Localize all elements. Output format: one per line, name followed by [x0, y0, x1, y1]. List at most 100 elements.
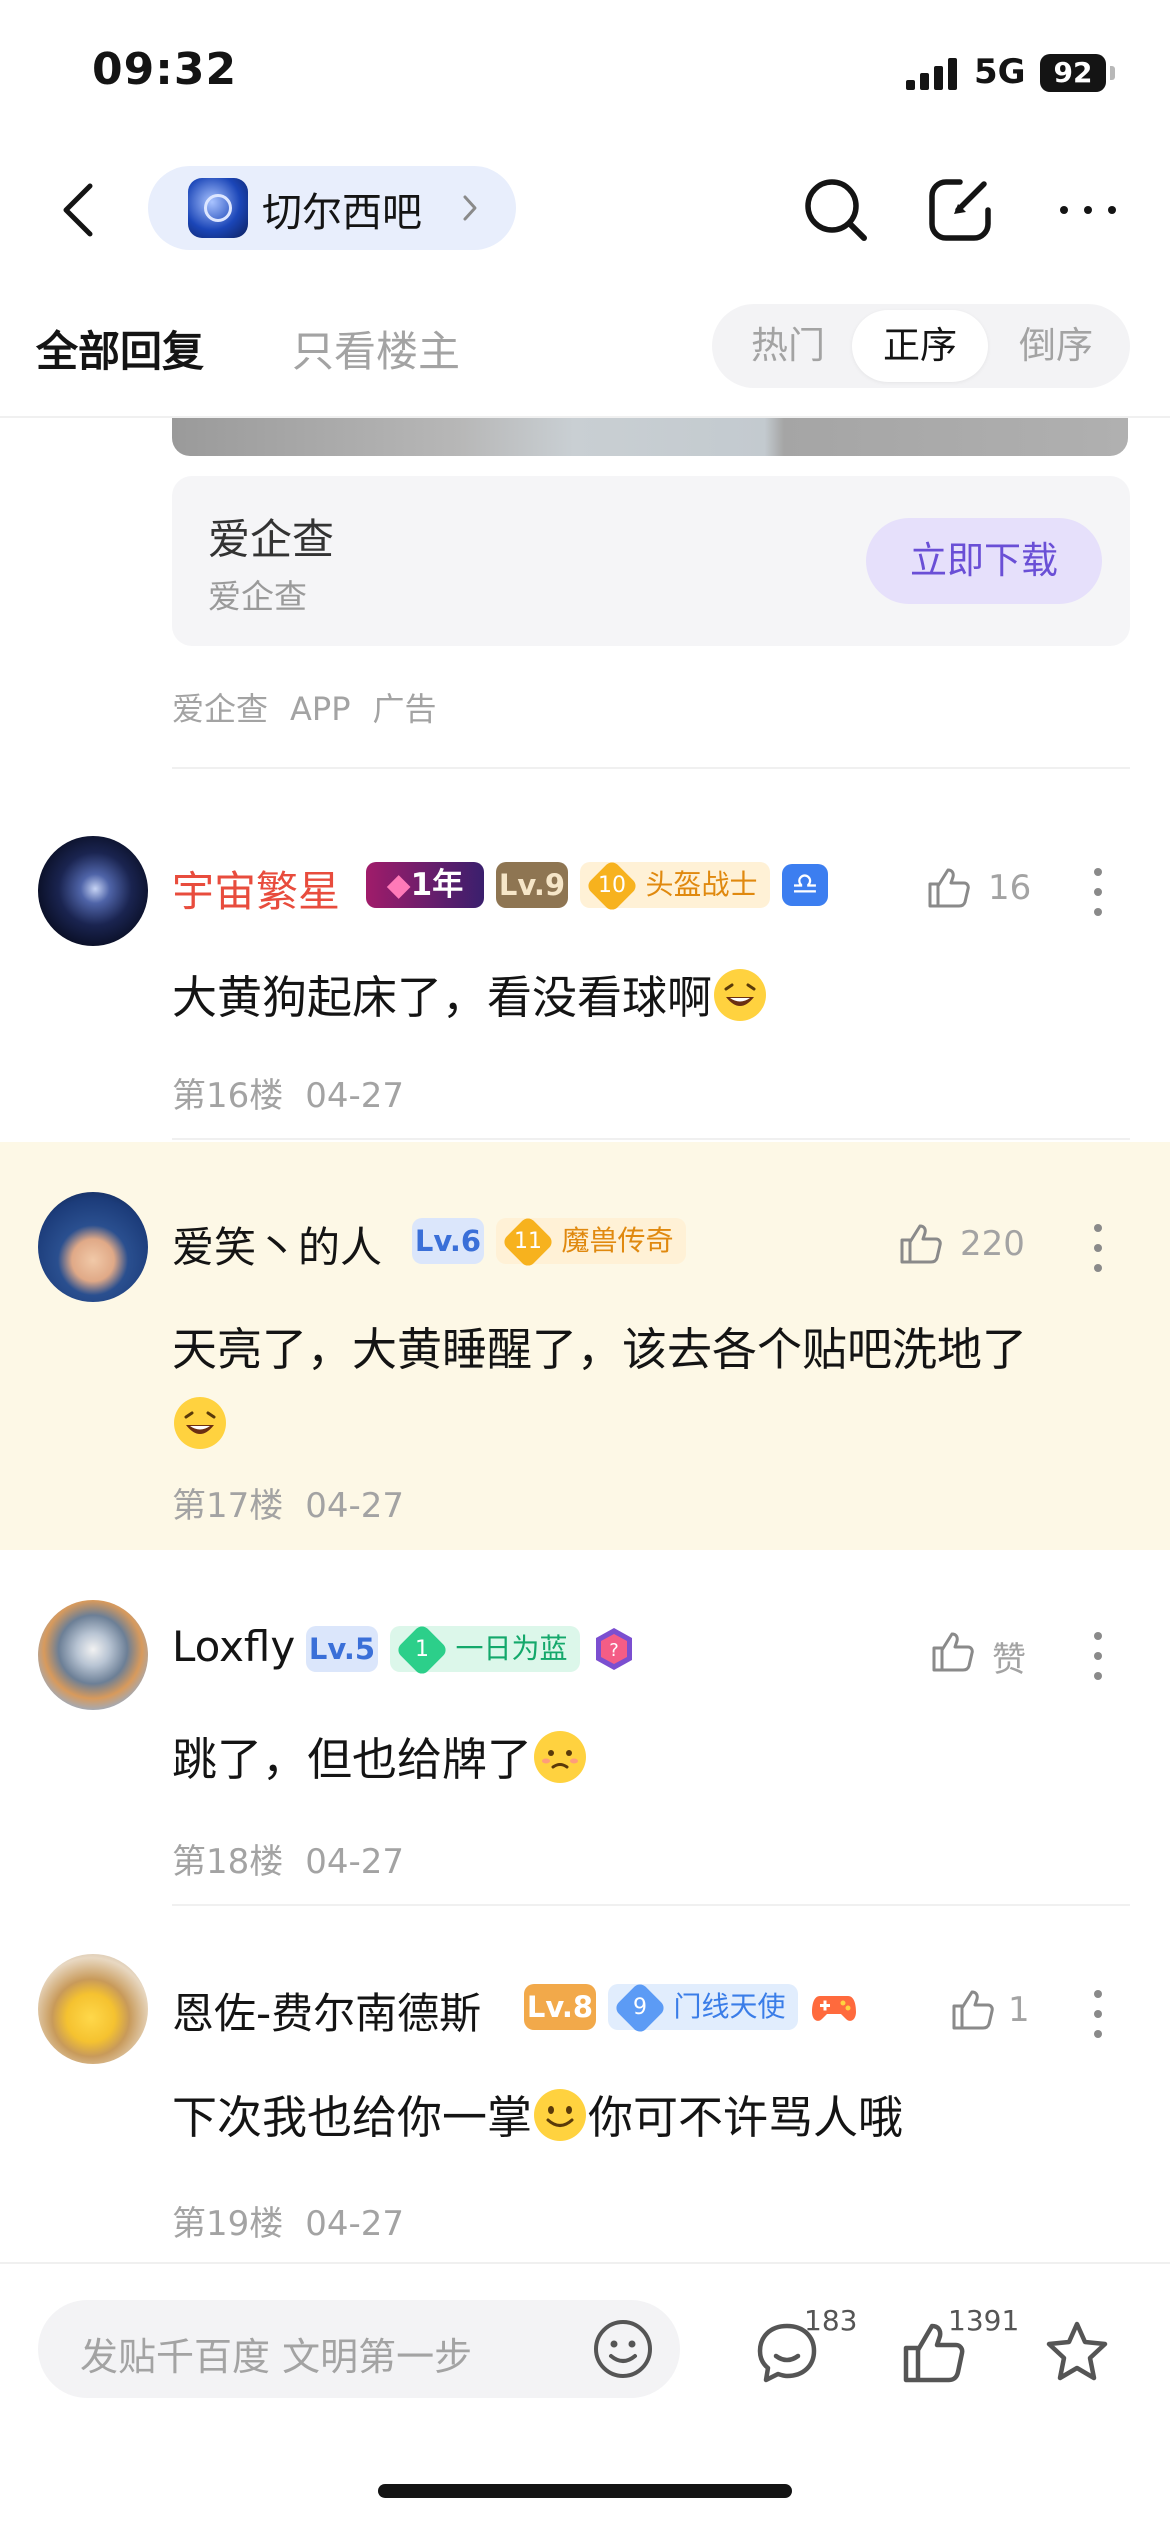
like-count: 1 [1008, 1990, 1030, 2030]
post-content: 跳了，但也给牌了 [172, 1722, 1122, 1798]
search-icon[interactable] [800, 174, 872, 246]
member-gem-icon: ◆ [386, 867, 411, 903]
reply-tabs: 全部回复 只看楼主 热门 正序 倒序 [0, 290, 1170, 400]
back-icon[interactable] [56, 180, 100, 240]
thumbs-up-icon [932, 1632, 974, 1672]
divider [172, 767, 1130, 769]
thumbs-up-icon [952, 1990, 994, 2030]
special-badge-icon: ? [596, 1628, 632, 1670]
title-badge: 10 头盔战士 [580, 859, 770, 913]
floor-meta: 第19楼 04-27 [172, 2204, 405, 2244]
ad-title: 爱企查 [208, 515, 335, 564]
share-icon[interactable] [924, 174, 996, 246]
title-diamond-icon: 10 [584, 859, 639, 913]
network-label: 5G [974, 52, 1026, 92]
post-floor-16: 宇宙繁星 ◆1年 Lv.9 10 头盔战士 ♎ 16 大黄狗起床了，看没看球啊 … [0, 770, 1170, 1140]
emoji-picker-icon[interactable] [592, 2318, 654, 2380]
bottom-action-bar: 发贴千百度 文明第一步 183 1391 [0, 2262, 1170, 2532]
grin-emoji-icon [174, 1397, 226, 1449]
ad-label: 广告 [372, 690, 437, 728]
post-floor-18: Loxfly Lv.5 1 一日为蓝 ? 赞 跳了，但也给牌了 第18楼 04-2… [0, 1552, 1170, 1908]
ad-meta: 爱企查 APP 广告 [172, 684, 459, 730]
member-badge: ◆1年 [366, 862, 484, 908]
like-button[interactable]: 赞 [928, 1622, 1058, 1682]
title-badge: 11 魔兽传奇 [496, 1215, 686, 1269]
more-icon[interactable] [1092, 1988, 1104, 2040]
like-count: 220 [960, 1224, 1025, 1264]
battery-nub [1110, 66, 1115, 80]
floor-meta: 第18楼 04-27 [172, 1842, 405, 1882]
username[interactable]: 宇宙繁星 [172, 858, 340, 919]
title-diamond-icon: 11 [500, 1215, 555, 1269]
ad-download-button[interactable]: 立即下载 [866, 518, 1102, 604]
smile-emoji-icon [534, 2089, 587, 2141]
like-count: 16 [988, 868, 1032, 908]
level-badge: Lv.6 [412, 1218, 484, 1264]
post-content: 天亮了，大黄睡醒了，该去各个贴吧洗地了 [172, 1312, 1122, 1464]
avatar[interactable] [38, 1954, 148, 2064]
nav-bar: 切尔西吧 [0, 150, 1170, 265]
like-button[interactable]: 16 [924, 858, 1054, 918]
forum-logo-icon [188, 178, 248, 238]
ad-card[interactable]: 爱企查 爱企查 立即下载 [172, 476, 1130, 646]
battery-icon: 92 [1040, 54, 1106, 92]
avatar[interactable] [38, 1192, 148, 1302]
title-diamond-icon: 9 [612, 1981, 667, 2035]
compose-placeholder: 发贴千百度 文明第一步 [80, 2335, 473, 2379]
like-total: 1391 [948, 2304, 1020, 2337]
sort-toggle: 热门 正序 倒序 [712, 304, 1130, 388]
title-diamond-icon: 1 [394, 1623, 449, 1677]
status-bar: 09:32 5G 92 [0, 0, 1170, 150]
svg-text:?: ? [609, 1640, 619, 1661]
ad-source: 爱企查 [172, 690, 269, 728]
like-button[interactable]: 220 [896, 1214, 1056, 1274]
more-icon[interactable] [1092, 1630, 1104, 1682]
level-badge: Lv.5 [306, 1626, 378, 1672]
thumbs-up-icon [928, 868, 970, 908]
post-content: 下次我也给你一掌 你可不许骂人哦 [172, 2080, 1122, 2156]
more-icon[interactable] [1092, 866, 1104, 918]
more-icon[interactable] [1052, 174, 1124, 246]
avatar[interactable] [38, 836, 148, 946]
floor-meta: 第16楼 04-27 [172, 1076, 405, 1116]
thumbs-up-icon [900, 1224, 942, 1264]
divider [172, 1138, 1130, 1140]
forum-name: 切尔西吧 [262, 190, 422, 236]
title-badge: 9 门线天使 [608, 1981, 798, 2035]
compose-input[interactable]: 发贴千百度 文明第一步 [38, 2300, 680, 2398]
zodiac-libra-icon: ♎ [782, 864, 828, 906]
avatar[interactable] [38, 1600, 148, 1710]
post-content: 大黄狗起床了，看没看球啊 [172, 960, 1122, 1036]
sort-hot-button[interactable]: 热门 [720, 310, 856, 382]
grin-emoji-icon [714, 969, 767, 1021]
divider [172, 1904, 1130, 1906]
username[interactable]: Loxfly [172, 1622, 295, 1671]
awkward-emoji-icon [534, 1731, 587, 1783]
username[interactable]: 爱笑丶的人 [172, 1214, 382, 1275]
floor-meta: 第17楼 04-27 [172, 1486, 405, 1526]
like-label: 赞 [992, 1640, 1026, 1680]
title-badge: 1 一日为蓝 [390, 1623, 580, 1677]
forum-entry-button[interactable]: 切尔西吧 [148, 166, 516, 250]
level-badge: Lv.9 [496, 862, 568, 908]
star-icon[interactable] [1042, 2318, 1112, 2388]
post-floor-17: 爱笑丶的人 Lv.6 11 魔兽传奇 220 天亮了，大黄睡醒了，该去各个贴吧洗… [0, 1142, 1170, 1550]
level-badge: Lv.8 [524, 1984, 596, 2030]
tab-owner-only[interactable]: 只看楼主 [292, 318, 460, 379]
tab-all-replies[interactable]: 全部回复 [36, 318, 204, 379]
sort-asc-button[interactable]: 正序 [852, 310, 988, 382]
ad-subtitle: 爱企查 [208, 577, 307, 616]
chevron-right-icon [463, 195, 477, 221]
more-icon[interactable] [1092, 1222, 1104, 1274]
home-indicator[interactable] [378, 2484, 792, 2498]
ad-type: APP [290, 690, 351, 728]
username[interactable]: 恩佐-费尔南德斯 [172, 1980, 481, 2041]
gamepad-badge-icon [812, 1996, 856, 2021]
sort-desc-button[interactable]: 倒序 [988, 310, 1124, 382]
like-button[interactable]: 1 [948, 1980, 1058, 2040]
post-floor-19: 恩佐-费尔南德斯 Lv.8 9 门线天使 1 下次我也给你一掌 你可不许骂人哦 … [0, 1910, 1170, 2262]
status-time: 09:32 [92, 44, 238, 95]
comment-count: 183 [804, 2304, 858, 2337]
ad-image[interactable] [172, 418, 1128, 456]
signal-icon [906, 58, 957, 90]
